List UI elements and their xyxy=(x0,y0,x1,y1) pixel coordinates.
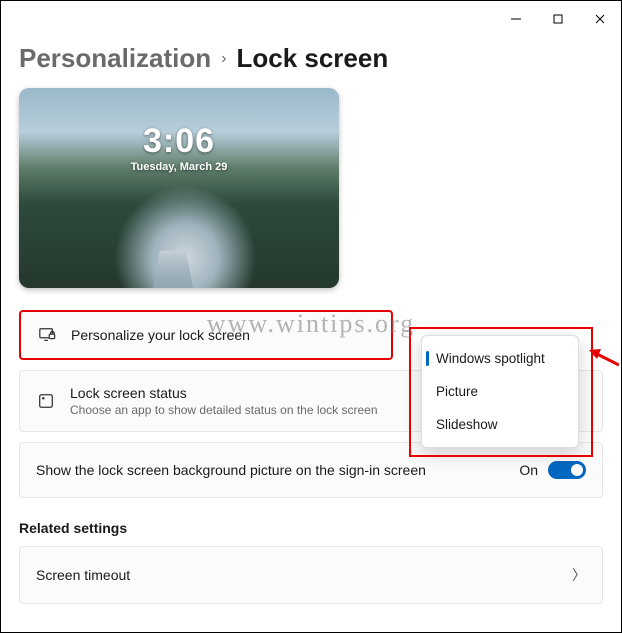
window-titlebar xyxy=(1,1,621,37)
breadcrumb: Personalization › Lock screen xyxy=(19,43,603,74)
monitor-lock-icon xyxy=(37,326,57,344)
dropdown-item-picture[interactable]: Picture xyxy=(422,375,578,408)
maximize-button[interactable] xyxy=(537,5,579,33)
minimize-button[interactable] xyxy=(495,5,537,33)
personalize-title: Personalize your lock screen xyxy=(71,327,375,343)
chevron-right-icon: › xyxy=(221,50,226,68)
annotation-arrow xyxy=(589,349,619,372)
breadcrumb-parent[interactable]: Personalization xyxy=(19,43,211,74)
lock-screen-preview: 3:06 Tuesday, March 29 xyxy=(19,88,339,288)
preview-date: Tuesday, March 29 xyxy=(19,161,339,173)
dropdown-item-spotlight[interactable]: Windows spotlight xyxy=(422,342,578,375)
page-title: Lock screen xyxy=(236,43,388,74)
toggle-label: On xyxy=(519,462,538,478)
screen-timeout-row[interactable]: Screen timeout 〉 xyxy=(19,546,603,604)
app-status-icon xyxy=(36,392,56,410)
chevron-right-icon: 〉 xyxy=(572,565,586,585)
related-settings-heading: Related settings xyxy=(19,520,603,536)
dropdown-item-slideshow[interactable]: Slideshow xyxy=(422,408,578,441)
screen-timeout-title: Screen timeout xyxy=(36,567,558,583)
close-button[interactable] xyxy=(579,5,621,33)
signin-toggle[interactable] xyxy=(548,461,586,479)
personalize-lock-screen-row[interactable]: Personalize your lock screen xyxy=(19,310,393,360)
signin-title: Show the lock screen background picture … xyxy=(36,462,505,478)
show-on-signin-row: Show the lock screen background picture … xyxy=(19,442,603,498)
personalize-dropdown[interactable]: Windows spotlight Picture Slideshow xyxy=(421,335,579,448)
preview-time: 3:06 xyxy=(19,122,339,161)
